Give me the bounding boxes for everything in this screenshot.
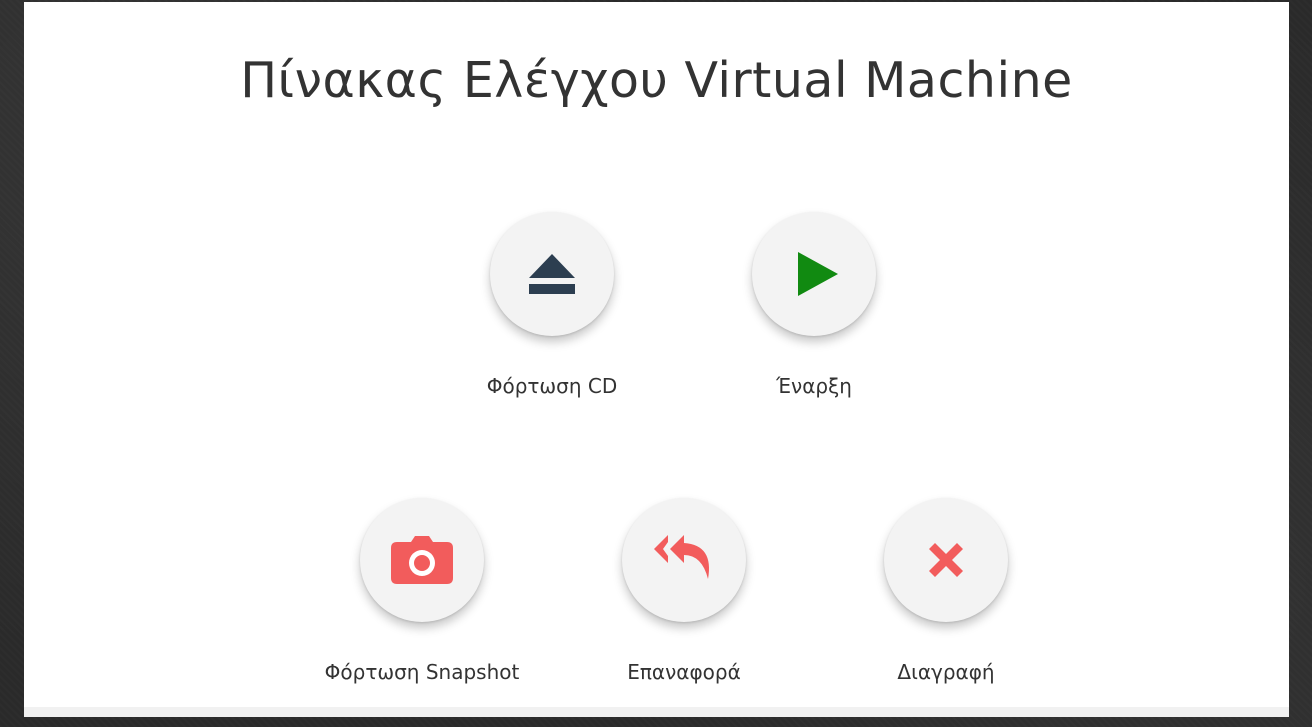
restore-label: Επαναφορά bbox=[627, 660, 741, 684]
load-snapshot-button[interactable] bbox=[360, 498, 484, 622]
close-icon bbox=[929, 543, 963, 577]
delete-action: Διαγραφή bbox=[846, 498, 1046, 684]
delete-label: Διαγραφή bbox=[897, 660, 995, 684]
page-title: Πίνακας Ελέγχου Virtual Machine bbox=[240, 52, 1073, 109]
start-button[interactable] bbox=[752, 212, 876, 336]
panel-footer-strip bbox=[24, 707, 1289, 717]
load-snapshot-action: Φόρτωση Snapshot bbox=[322, 498, 522, 684]
reply-all-icon bbox=[654, 535, 709, 579]
load-cd-button[interactable] bbox=[490, 212, 614, 336]
play-icon bbox=[798, 252, 838, 296]
load-cd-label: Φόρτωση CD bbox=[486, 374, 618, 398]
camera-icon bbox=[391, 536, 453, 584]
delete-button[interactable] bbox=[884, 498, 1008, 622]
restore-action: Επαναφορά bbox=[584, 498, 784, 684]
load-snapshot-label: Φόρτωση Snapshot bbox=[324, 660, 520, 684]
start-action: Έναρξη bbox=[714, 212, 914, 398]
load-cd-action: Φόρτωση CD bbox=[452, 212, 652, 398]
restore-button[interactable] bbox=[622, 498, 746, 622]
control-panel: Πίνακας Ελέγχου Virtual Machine Φόρτωση … bbox=[24, 2, 1289, 717]
start-label: Έναρξη bbox=[776, 374, 852, 398]
eject-icon bbox=[529, 254, 575, 294]
